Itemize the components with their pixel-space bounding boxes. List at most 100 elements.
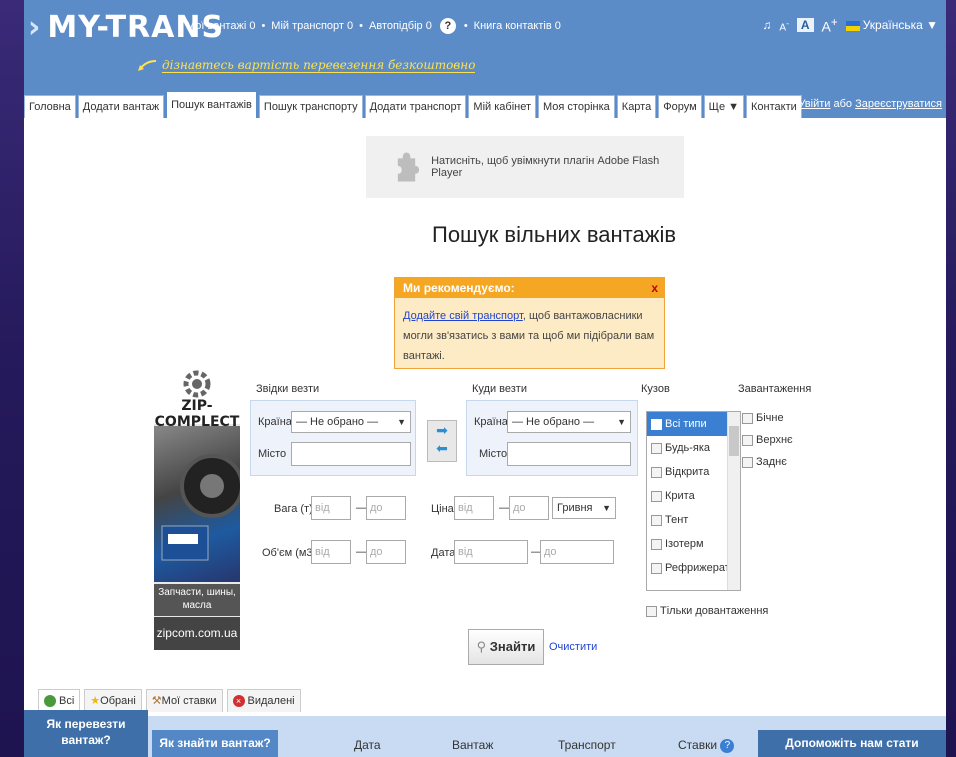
to-box: Країна — Не обрано — ▼ Місто bbox=[466, 400, 638, 476]
from-country-select[interactable]: — Не обрано — ▼ bbox=[291, 411, 411, 433]
separator-dot: • bbox=[261, 20, 266, 32]
body-type-list[interactable]: Всі типи Будь-яка Відкрита Крита Тент Із… bbox=[646, 411, 741, 591]
contacts-book-link[interactable]: Книга контактів 0 bbox=[474, 20, 561, 32]
column-transport[interactable]: Транспорт bbox=[558, 738, 616, 752]
list-item-label: Крита bbox=[665, 490, 695, 502]
checkbox[interactable] bbox=[651, 562, 662, 574]
list-item-label: Будь-яка bbox=[665, 442, 711, 454]
login-link[interactable]: Увійти bbox=[798, 98, 830, 110]
flash-plugin-placeholder[interactable]: Натисніть, щоб увімкнути плагін Adobe Fl… bbox=[366, 136, 684, 198]
language-select[interactable]: Українська ▼ bbox=[845, 18, 938, 32]
register-link[interactable]: Зареєструватися bbox=[855, 98, 942, 110]
volume-from-input[interactable]: від bbox=[311, 540, 351, 564]
tab-label: Обрані bbox=[100, 695, 136, 707]
help-icon[interactable]: ? bbox=[720, 738, 735, 753]
date-to-input[interactable]: до bbox=[540, 540, 614, 564]
font-larger-button[interactable]: A+ bbox=[822, 16, 838, 35]
price-to-input[interactable]: до bbox=[509, 496, 549, 520]
my-transport-link[interactable]: Мій транспорт 0 bbox=[271, 20, 353, 32]
slogan[interactable]: дізнавтесь вартість перевезення безкошто… bbox=[136, 58, 476, 73]
checkbox[interactable] bbox=[646, 605, 657, 617]
tab-map[interactable]: Карта bbox=[616, 95, 657, 118]
tab-label: Мої ставки bbox=[161, 695, 217, 707]
ad-product-image bbox=[154, 426, 240, 582]
headphones-icon[interactable]: ♫ bbox=[762, 18, 771, 32]
tab-my-cabinet[interactable]: Мій кабінет bbox=[468, 95, 537, 118]
page-title: Пошук вільних вантажів bbox=[432, 222, 677, 247]
close-icon[interactable]: x bbox=[651, 278, 658, 298]
ad-banner[interactable]: ZIP-COMPLECT Запчасти, шины, масла zipco… bbox=[154, 362, 240, 650]
to-city-input[interactable] bbox=[507, 442, 631, 466]
tab-deleted[interactable]: × Видалені bbox=[226, 689, 301, 712]
tab-add-cargo[interactable]: Додати вантаж bbox=[77, 95, 165, 118]
volume-to-input[interactable]: до bbox=[366, 540, 406, 564]
loading-option-top[interactable]: Верхнє bbox=[742, 434, 793, 446]
star-icon: ★ bbox=[90, 695, 101, 707]
chevron-down-icon: ▼ bbox=[397, 417, 406, 427]
top-links: Мої вантажі 0 • Мій транспорт 0 • Автопі… bbox=[186, 18, 561, 34]
checkbox[interactable] bbox=[742, 456, 753, 468]
tab-my-bids[interactable]: ⚒Мої ставки bbox=[145, 689, 223, 712]
or-text: або bbox=[833, 98, 853, 110]
font-smaller-button[interactable]: A- bbox=[779, 18, 788, 33]
partial-load-option[interactable]: Тільки довантаження bbox=[646, 605, 768, 617]
auto-match-link[interactable]: Автопідбір 0 bbox=[369, 20, 432, 32]
swap-direction-button[interactable]: ➡ ⬅ bbox=[427, 420, 457, 462]
date-from-input[interactable]: від bbox=[454, 540, 528, 564]
how-to-transport-button[interactable]: Як перевезти вантаж? bbox=[24, 710, 148, 757]
checkbox[interactable] bbox=[651, 514, 662, 526]
loading-option-label: Верхнє bbox=[756, 434, 793, 446]
weight-from-input[interactable]: від bbox=[311, 496, 351, 520]
checkbox[interactable] bbox=[651, 418, 662, 430]
help-badge-icon[interactable]: ? bbox=[439, 18, 456, 34]
my-cargo-link[interactable]: Мої вантажі 0 bbox=[186, 20, 255, 32]
date-label: Дата bbox=[431, 547, 456, 559]
checkbox[interactable] bbox=[651, 442, 662, 454]
loading-option-side[interactable]: Бічне bbox=[742, 412, 784, 424]
recommendation-header: Ми рекомендуємо: x bbox=[395, 278, 664, 298]
tab-search-transport[interactable]: Пошук транспорту bbox=[258, 95, 363, 118]
tab-favorites[interactable]: ★Обрані bbox=[84, 689, 142, 712]
main-nav: Головна Додати вантаж Пошук вантажів Пош… bbox=[24, 91, 804, 118]
tab-contacts[interactable]: Контакти bbox=[746, 95, 802, 118]
clear-link[interactable]: Очистити bbox=[549, 641, 597, 653]
search-button[interactable]: ⚲ Знайти bbox=[468, 629, 544, 665]
from-city-input[interactable] bbox=[291, 442, 411, 466]
column-bids[interactable]: Ставки ? bbox=[678, 738, 735, 753]
arrow-right-icon: ➡ bbox=[436, 422, 448, 438]
list-item-label: Тент bbox=[665, 514, 689, 526]
font-normal-button[interactable]: A bbox=[796, 18, 814, 33]
loading-option-rear[interactable]: Заднє bbox=[742, 456, 787, 468]
help-us-button[interactable]: Допоможіть нам стати кращими bbox=[758, 730, 946, 757]
currency-select[interactable]: Гривня ▼ bbox=[552, 497, 616, 519]
tab-more[interactable]: Ще ▼ bbox=[703, 95, 745, 118]
puzzle-icon bbox=[397, 152, 420, 182]
tab-my-page[interactable]: Моя сторінка bbox=[538, 95, 615, 118]
list-item-label: Відкрита bbox=[665, 466, 710, 478]
column-cargo[interactable]: Вантаж bbox=[452, 738, 493, 752]
how-to-find-button[interactable]: Як знайти вантаж? bbox=[152, 730, 278, 757]
to-country-select[interactable]: — Не обрано — ▼ bbox=[507, 411, 631, 433]
tab-home[interactable]: Головна bbox=[24, 95, 76, 118]
tab-label: Всі bbox=[59, 695, 75, 707]
scroll-thumb[interactable] bbox=[729, 426, 739, 456]
tab-forum[interactable]: Форум bbox=[658, 95, 702, 118]
list-scrollbar[interactable] bbox=[727, 412, 740, 590]
price-from-input[interactable]: від bbox=[454, 496, 494, 520]
add-transport-link[interactable]: Додайте свій транспорт bbox=[403, 310, 523, 322]
tab-add-transport[interactable]: Додати транспорт bbox=[364, 95, 467, 118]
tab-search-cargo[interactable]: Пошук вантажів bbox=[166, 91, 257, 118]
checkbox[interactable] bbox=[742, 434, 753, 446]
chevron-down-icon: ▼ bbox=[602, 503, 611, 513]
loading-option-label: Заднє bbox=[756, 456, 787, 468]
checkbox[interactable] bbox=[742, 412, 753, 424]
to-city-label: Місто bbox=[479, 448, 508, 460]
checkbox[interactable] bbox=[651, 490, 662, 502]
from-country-value: — Не обрано — bbox=[296, 416, 379, 428]
checkbox[interactable] bbox=[651, 538, 662, 550]
from-section-label: Звідки везти bbox=[256, 383, 320, 395]
checkbox[interactable] bbox=[651, 466, 662, 478]
weight-to-input[interactable]: до bbox=[366, 496, 406, 520]
tab-all[interactable]: Всі bbox=[38, 689, 81, 712]
column-date[interactable]: Дата bbox=[354, 738, 381, 752]
